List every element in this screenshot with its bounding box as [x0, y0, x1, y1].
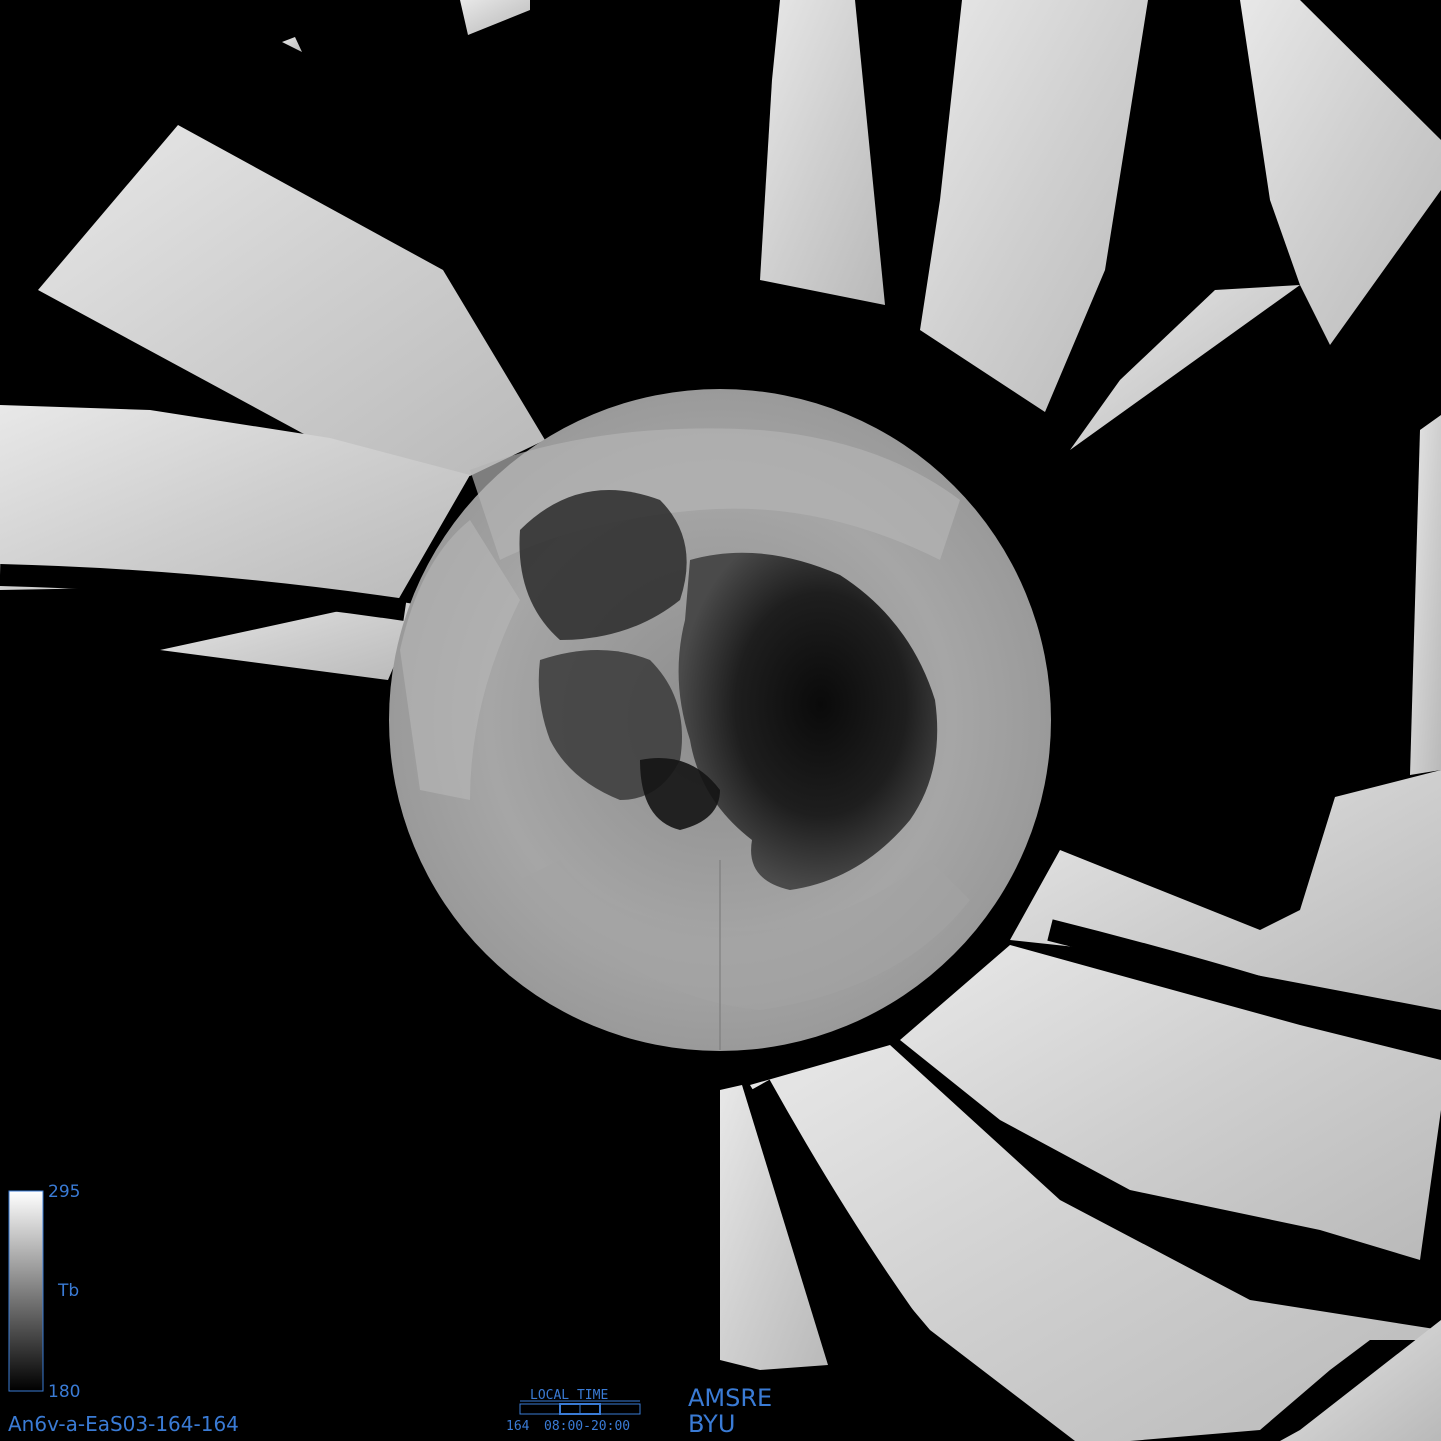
local-time-box: LOCAL TIME 164 08:00-20:00	[506, 1388, 641, 1434]
swath-top-center	[760, 0, 885, 305]
scale-min-label: 180	[48, 1382, 80, 1402]
time-day-label: 164	[506, 1419, 530, 1434]
scale-unit-label: Tb	[57, 1281, 79, 1301]
antarctic-disc	[389, 389, 1051, 1051]
sensor-label: AMSRE	[688, 1384, 772, 1412]
swath-top-small	[460, 0, 530, 35]
color-scale-legend: 295 Tb 180	[8, 1182, 80, 1402]
swath-top-right-1	[920, 0, 1148, 412]
image-id-label: An6v-a-EaS03-164-164	[8, 1412, 239, 1436]
color-scale-bar	[8, 1190, 44, 1392]
swath-right-upper	[1070, 285, 1300, 450]
swath-tiny-triangle	[282, 37, 302, 52]
institution-label: BYU	[688, 1410, 735, 1438]
time-range-label: 08:00-20:00	[544, 1419, 630, 1434]
polar-map-view: 295 Tb 180 An6v-a-EaS03-164-164 LOCAL TI…	[0, 0, 1441, 1441]
scale-max-label: 295	[48, 1182, 80, 1202]
swath-right-edge	[1410, 415, 1441, 775]
